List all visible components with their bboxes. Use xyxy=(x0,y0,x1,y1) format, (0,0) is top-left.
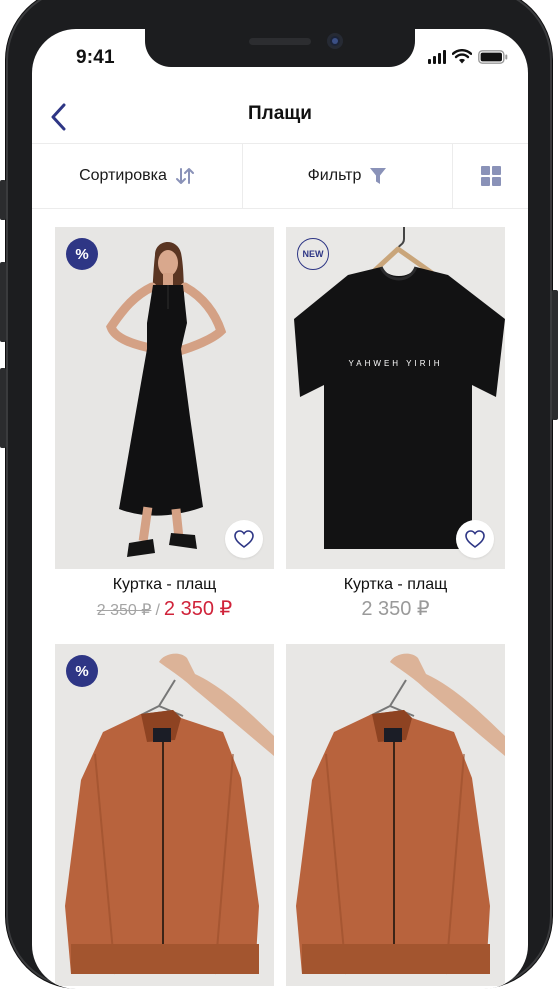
nav-header: Плащи xyxy=(32,91,528,143)
old-price: 2 350 ₽ xyxy=(96,602,152,619)
sort-arrows-icon xyxy=(175,168,194,184)
filter-button[interactable]: Фильтр xyxy=(243,144,453,208)
funnel-icon xyxy=(370,168,387,184)
sort-label: Сортировка xyxy=(79,167,167,184)
wifi-icon xyxy=(452,49,472,64)
sale-badge: % xyxy=(66,655,98,687)
front-camera xyxy=(327,33,343,49)
grid-icon xyxy=(480,166,501,186)
favorite-button[interactable] xyxy=(225,520,263,558)
jacket-photo xyxy=(286,644,505,986)
product-image[interactable]: YAHWEH YIRIH NEW xyxy=(286,227,505,569)
product-card: YAHWEH YIRIH NEW Куртка - плащ 2 350 ₽ xyxy=(286,227,505,621)
regular-price: 2 350 ₽ xyxy=(361,598,430,620)
sort-button[interactable]: Сортировка xyxy=(32,144,243,208)
toolbar: Сортировка Фильтр xyxy=(32,143,528,209)
status-time: 9:41 xyxy=(76,47,115,68)
sale-price: 2 350 ₽ xyxy=(163,598,233,620)
product-image[interactable] xyxy=(286,644,505,986)
product-card xyxy=(286,644,505,986)
cellular-signal-icon xyxy=(428,49,446,64)
dress-photo xyxy=(55,227,274,569)
heart-icon xyxy=(234,530,254,548)
page-title: Плащи xyxy=(247,103,312,124)
product-price: 2 350 ₽/2 350 ₽ xyxy=(55,596,274,621)
product-image[interactable]: % xyxy=(55,227,274,569)
volume-up-button xyxy=(0,262,6,342)
power-button xyxy=(552,290,558,420)
new-badge: NEW xyxy=(297,238,329,270)
product-image[interactable]: % xyxy=(55,644,274,986)
product-price: 2 350 ₽ xyxy=(286,596,505,621)
app-screen: 9:41 Плащи Сортировка Фильтр % Куртка - … xyxy=(32,29,528,989)
status-icons xyxy=(428,49,508,64)
mute-switch xyxy=(0,180,6,220)
speaker-grille xyxy=(249,38,311,45)
notch xyxy=(145,29,415,67)
product-name[interactable]: Куртка - плащ xyxy=(55,576,274,594)
product-name[interactable]: Куртка - плащ xyxy=(286,576,505,594)
heart-icon xyxy=(465,530,485,548)
volume-down-button xyxy=(0,368,6,448)
grid-view-toggle[interactable] xyxy=(453,144,528,208)
price-separator: / xyxy=(155,602,160,619)
tshirt-print-text: YAHWEH YIRIH xyxy=(348,359,443,368)
filter-label: Фильтр xyxy=(307,167,362,184)
product-card: % Куртка - плащ 2 350 ₽/2 350 ₽ xyxy=(55,227,274,621)
tshirt-photo xyxy=(286,227,505,569)
product-card: % xyxy=(55,644,274,986)
sale-badge: % xyxy=(66,238,98,270)
jacket-photo xyxy=(55,644,274,986)
battery-icon xyxy=(478,49,508,64)
favorite-button[interactable] xyxy=(456,520,494,558)
